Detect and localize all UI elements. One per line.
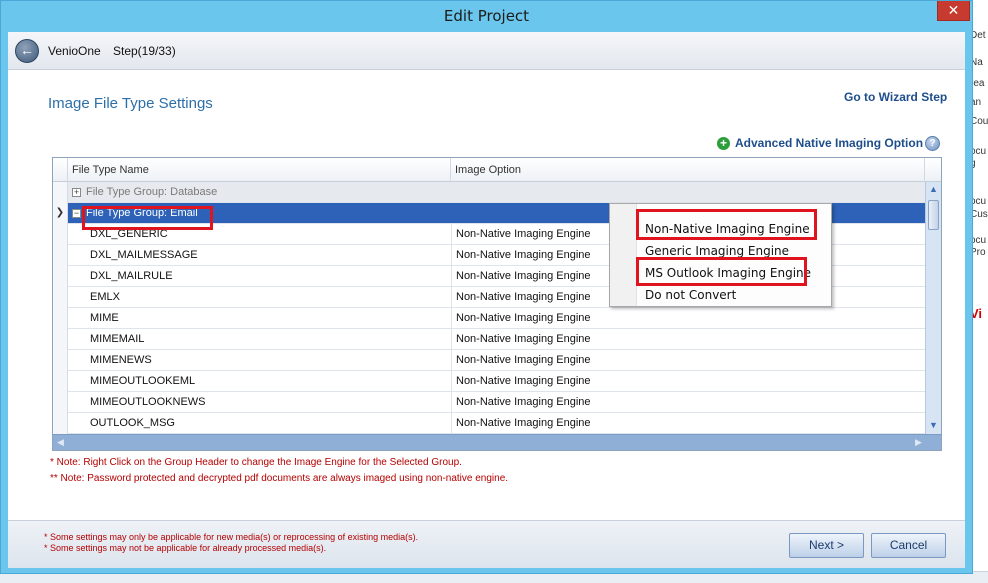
- scroll-left-icon[interactable]: ◀: [53, 435, 68, 450]
- menu-gutter: [610, 204, 637, 306]
- advanced-imaging-option-label[interactable]: Advanced Native Imaging Option: [735, 136, 923, 150]
- row-indicator: [53, 329, 68, 350]
- footer-note: * Some settings may not be applicable fo…: [44, 543, 327, 553]
- group-row-database[interactable]: + File Type Group: Database: [53, 182, 925, 203]
- column-header-image-option[interactable]: Image Option: [451, 158, 925, 182]
- app-name: VenioOne: [48, 44, 101, 58]
- collapse-icon[interactable]: −: [72, 209, 81, 218]
- column-header-file-type-name[interactable]: File Type Name: [68, 158, 451, 182]
- cancel-button[interactable]: Cancel: [871, 533, 946, 558]
- dialog-content: ← VenioOne Step(19/33) Image File Type S…: [8, 32, 965, 568]
- image-option-cell[interactable]: Non-Native Imaging Engine: [451, 413, 925, 433]
- image-option-cell[interactable]: Non-Native Imaging Engine: [451, 308, 925, 328]
- pdf-imaging-note: ** Note: Password protected and decrypte…: [50, 473, 509, 484]
- grid-header: File Type Name Image Option: [53, 158, 941, 182]
- file-type-name-cell: DXL_MAILRULE: [90, 270, 173, 282]
- footer-note: * Some settings may only be applicable f…: [44, 532, 419, 542]
- go-to-wizard-step-link[interactable]: Go to Wizard Step: [844, 90, 947, 104]
- row-indicator: [53, 287, 68, 308]
- file-type-name-cell: OUTLOOK_MSG: [90, 417, 175, 429]
- table-row[interactable]: MIMEMAIL Non-Native Imaging Engine: [53, 329, 925, 350]
- help-icon[interactable]: ?: [925, 136, 940, 151]
- file-type-name-cell: MIME: [90, 312, 119, 324]
- expand-icon[interactable]: +: [72, 188, 81, 197]
- title-bar: Edit Project ✕: [1, 1, 972, 31]
- menu-item-generic-imaging-engine[interactable]: Generic Imaging Engine: [645, 244, 789, 258]
- file-type-name-cell: DXL_MAILMESSAGE: [90, 249, 198, 261]
- table-row[interactable]: MIMEOUTLOOKNEWS Non-Native Imaging Engin…: [53, 392, 925, 413]
- file-type-name-cell: MIMEOUTLOOKNEWS: [90, 396, 206, 408]
- scroll-down-icon[interactable]: ▼: [926, 418, 941, 433]
- file-type-name-cell: MIMENEWS: [90, 354, 152, 366]
- row-indicator: [53, 413, 68, 434]
- image-option-cell[interactable]: Non-Native Imaging Engine: [451, 371, 925, 391]
- group-label-text: File Type Group: Database: [86, 186, 218, 198]
- next-button[interactable]: Next >: [789, 533, 864, 558]
- group-label: + File Type Group: Database: [72, 182, 217, 202]
- close-button[interactable]: ✕: [937, 1, 970, 21]
- row-indicator: [53, 392, 68, 413]
- row-indicator: [53, 371, 68, 392]
- row-indicator: [53, 308, 68, 329]
- row-indicator: [53, 266, 68, 287]
- row-indicator: [53, 182, 68, 203]
- scroll-thumb[interactable]: [928, 200, 939, 230]
- current-row-arrow-icon: ❯: [53, 203, 68, 224]
- row-indicator: [53, 224, 68, 245]
- table-row[interactable]: MIME Non-Native Imaging Engine: [53, 308, 925, 329]
- image-option-cell[interactable]: Non-Native Imaging Engine: [451, 392, 925, 412]
- table-row[interactable]: OUTLOOK_MSG Non-Native Imaging Engine: [53, 413, 925, 434]
- horizontal-scrollbar[interactable]: ◀ ▶: [53, 434, 941, 450]
- table-row[interactable]: MIMENEWS Non-Native Imaging Engine: [53, 350, 925, 371]
- highlight-box: [636, 257, 807, 286]
- file-type-name-cell: MIMEMAIL: [90, 333, 145, 345]
- highlight-box: [82, 206, 213, 230]
- edit-project-dialog: Edit Project ✕ ← VenioOne Step(19/33) Im…: [0, 0, 973, 574]
- menu-item-do-not-convert[interactable]: Do not Convert: [645, 288, 736, 302]
- scroll-up-icon[interactable]: ▲: [926, 182, 941, 197]
- scroll-right-icon[interactable]: ▶: [911, 435, 926, 450]
- vertical-scrollbar[interactable]: ▲ ▼: [925, 182, 941, 434]
- footer-bar: * Some settings may only be applicable f…: [8, 520, 965, 568]
- group-header-note: * Note: Right Click on the Group Header …: [50, 457, 462, 468]
- back-arrow-icon[interactable]: ←: [15, 39, 39, 63]
- image-option-cell[interactable]: Non-Native Imaging Engine: [451, 329, 925, 349]
- file-type-name-cell: EMLX: [90, 291, 120, 303]
- file-type-name-cell: MIMEOUTLOOKEML: [90, 375, 196, 387]
- table-row[interactable]: MIMEOUTLOOKEML Non-Native Imaging Engine: [53, 371, 925, 392]
- nav-bar: ← VenioOne Step(19/33): [8, 32, 965, 70]
- highlight-box: [636, 209, 817, 240]
- header-indicator-cell: [53, 158, 68, 182]
- step-indicator: Step(19/33): [113, 44, 176, 58]
- row-indicator: [53, 245, 68, 266]
- page-title: Image File Type Settings: [48, 95, 213, 112]
- plus-circle-icon: +: [717, 137, 730, 150]
- window-title: Edit Project: [443, 7, 530, 25]
- image-option-cell[interactable]: Non-Native Imaging Engine: [451, 350, 925, 370]
- row-indicator: [53, 350, 68, 371]
